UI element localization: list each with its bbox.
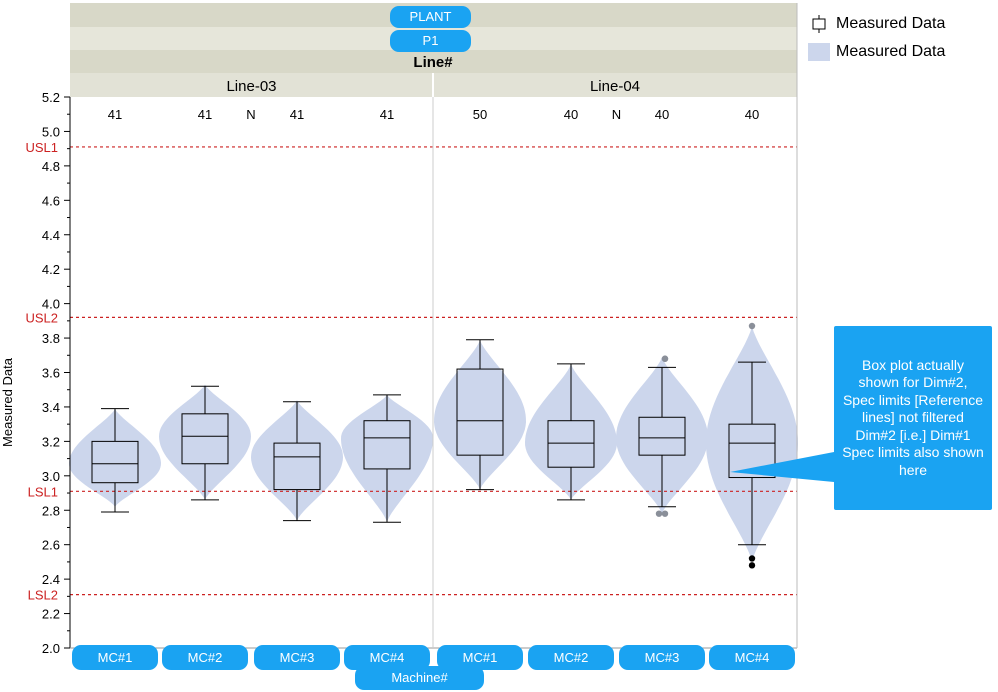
legend-label-box: Measured Data [836, 15, 946, 32]
callout-text: Box plot actually shown for Dim#2, Spec … [842, 356, 984, 478]
y-tick-label: 2.2 [42, 607, 60, 622]
group-label: Line-03 [226, 78, 276, 95]
machine-pill[interactable]: MC#1 [437, 645, 523, 670]
y-tick-label: 5.0 [42, 124, 60, 139]
n-count-label: 40 [655, 107, 669, 122]
group-label: Line-04 [590, 78, 640, 95]
n-count-label: 40 [564, 107, 578, 122]
outlier-point [748, 322, 756, 330]
n-header-label: N [612, 107, 621, 122]
y-tick-label: 3.4 [42, 400, 60, 415]
plant-pill[interactable]: PLANT [390, 6, 471, 28]
n-header-label: N [246, 107, 255, 122]
line-header-label: Line# [413, 54, 453, 71]
legend-item-violin: Measured Data [808, 38, 945, 66]
n-count-label: 41 [380, 107, 394, 122]
machine-pill[interactable]: MC#4 [709, 645, 795, 670]
legend: Measured Data Measured Data [808, 10, 945, 66]
outlier-point [661, 355, 669, 362]
y-tick-label: 2.0 [42, 641, 60, 656]
y-tick-label: 3.8 [42, 331, 60, 346]
p1-pill[interactable]: P1 [390, 30, 471, 52]
legend-item-box: Measured Data [808, 10, 945, 38]
machine-pill[interactable]: MC#3 [619, 645, 705, 670]
machine-pill[interactable]: MC#3 [254, 645, 340, 670]
legend-label-violin: Measured Data [836, 43, 946, 60]
n-count-label: 41 [108, 107, 122, 122]
reference-line-label: LSL1 [28, 484, 58, 499]
plot-frame [69, 3, 798, 649]
y-tick-label: 3.0 [42, 469, 60, 484]
outlier-point [748, 555, 756, 562]
n-count-label: 40 [745, 107, 759, 122]
outlier-point [655, 510, 663, 517]
outlier-point [661, 510, 669, 517]
y-tick-label: 4.2 [42, 262, 60, 277]
reference-lines: USL1 USL2 LSL1 LSL2 [25, 140, 797, 603]
box-symbol-icon [808, 15, 830, 33]
y-tick-label: 2.6 [42, 538, 60, 553]
y-tick-label: 3.2 [42, 434, 60, 449]
n-count-label: 41 [290, 107, 304, 122]
y-tick-label: 4.6 [42, 193, 60, 208]
y-tick-label: 4.4 [42, 228, 60, 243]
annotation-callout: Box plot actually shown for Dim#2, Spec … [834, 326, 992, 510]
y-tick-label: 5.2 [42, 90, 60, 105]
y-tick-label: 3.6 [42, 366, 60, 381]
machine-pill[interactable]: MC#4 [344, 645, 430, 670]
y-axis-label: Measured Data [0, 357, 15, 447]
n-count-label: 50 [473, 107, 487, 122]
y-axis: 2.0 2.2 2.4 2.6 2.8 3.0 3.2 3.4 3.6 3.8 4.0 4.2 4.4 4… [42, 90, 70, 656]
y-tick-label: 4.8 [42, 159, 60, 174]
reference-line-label: LSL2 [28, 588, 58, 603]
y-tick-label: 4.0 [42, 297, 60, 312]
machine-pill[interactable]: MC#2 [528, 645, 614, 670]
reference-line-label: USL2 [25, 310, 58, 325]
outlier-point [748, 562, 756, 569]
y-tick-label: 2.4 [42, 572, 60, 587]
violin-symbol-icon [808, 43, 830, 61]
y-tick-label: 2.8 [42, 503, 60, 518]
machine-pill[interactable]: MC#2 [162, 645, 248, 670]
machine-pill[interactable]: MC#1 [72, 645, 158, 670]
reference-line-label: USL1 [25, 140, 58, 155]
n-count-label: 41 [198, 107, 212, 122]
